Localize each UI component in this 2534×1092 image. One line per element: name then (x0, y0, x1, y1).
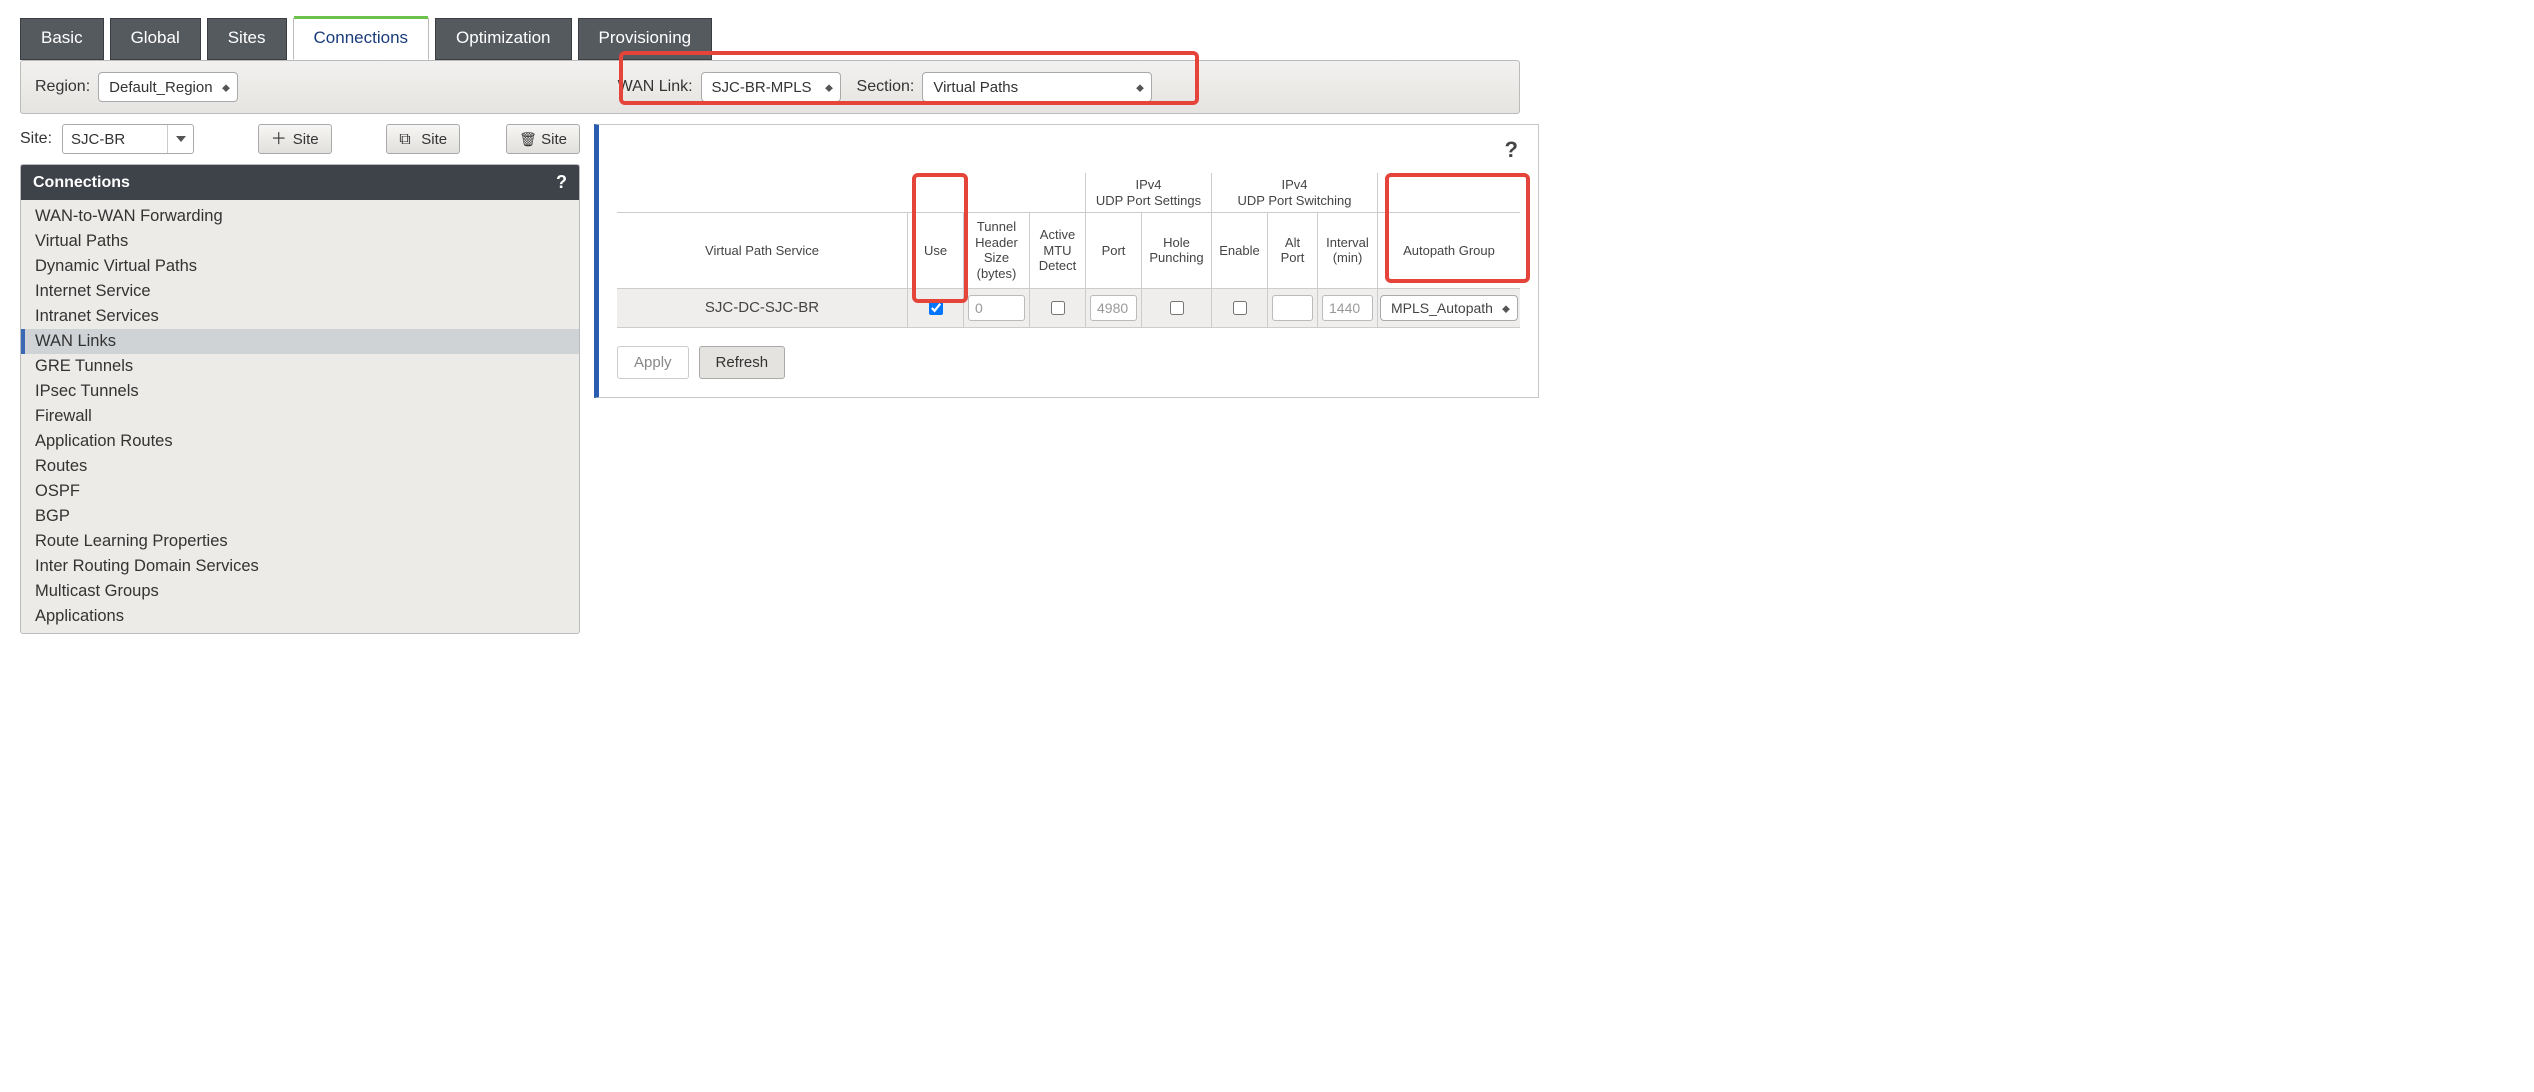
add-site-label: Site (293, 131, 319, 148)
col-active-mtu: Active MTU Detect (1029, 213, 1085, 287)
top-tab-bar: Basic Global Sites Connections Optimizat… (0, 0, 1540, 60)
col-interval: Interval (min) (1317, 213, 1377, 287)
wan-link-select[interactable]: SJC-BR-MPLS (701, 72, 841, 102)
col-alt-port: Alt Port (1267, 213, 1317, 287)
tab-basic[interactable]: Basic (20, 18, 104, 60)
delete-site-label: Site (541, 131, 567, 148)
sidebar-item-wan-links[interactable]: WAN Links (21, 329, 579, 354)
sidebar-item-virtual-paths[interactable]: Virtual Paths (21, 229, 579, 254)
sidebar-item-wan-to-wan-forwarding[interactable]: WAN-to-WAN Forwarding (21, 204, 579, 229)
group-header-ipv4-switching: IPv4 UDP Port Switching (1211, 173, 1377, 212)
sidebar-item-ospf[interactable]: OSPF (21, 479, 579, 504)
port-input[interactable] (1090, 295, 1137, 321)
col-enable: Enable (1211, 213, 1267, 287)
sidebar-item-internet-service[interactable]: Internet Service (21, 279, 579, 304)
col-port: Port (1085, 213, 1141, 287)
region-select-value: Default_Region (109, 79, 212, 96)
tab-global[interactable]: Global (110, 18, 201, 60)
region-select[interactable]: Default_Region (98, 72, 237, 102)
apply-button[interactable]: Apply (617, 346, 689, 379)
tab-connections[interactable]: Connections (293, 18, 430, 60)
col-tunnel-header-size: Tunnel Header Size (bytes) (963, 213, 1029, 287)
virtual-path-grid: IPv4 UDP Port Settings IPv4 UDP Port Swi… (617, 173, 1520, 328)
content-card: ? IPv4 UDP Port Settings IPv4 UDP Port S… (594, 124, 1539, 398)
enable-checkbox[interactable] (1233, 301, 1247, 315)
col-hole-punching: Hole Punching (1141, 213, 1211, 287)
sidebar-item-firewall[interactable]: Firewall (21, 404, 579, 429)
col-autopath: Autopath Group (1377, 213, 1520, 287)
help-icon[interactable]: ? (1505, 137, 1518, 163)
section-select[interactable]: Virtual Paths (922, 72, 1152, 102)
interval-input[interactable] (1322, 295, 1373, 321)
autopath-group-select[interactable]: MPLS_Autopath (1380, 295, 1518, 321)
sidebar-item-route-learning-properties[interactable]: Route Learning Properties (21, 529, 579, 554)
delete-site-button[interactable]: Site (506, 124, 580, 154)
site-toolbar: Site: SJC-BR Site Site Sit (20, 124, 580, 164)
refresh-button[interactable]: Refresh (699, 346, 786, 379)
col-vps: Virtual Path Service (617, 213, 907, 287)
sidebar-item-multicast-groups[interactable]: Multicast Groups (21, 579, 579, 604)
copy-site-button[interactable]: Site (386, 124, 460, 154)
tab-optimization[interactable]: Optimization (435, 18, 571, 60)
sidebar-item-intranet-services[interactable]: Intranet Services (21, 304, 579, 329)
cell-vps: SJC-DC-SJC-BR (617, 289, 907, 327)
sidebar-item-inter-routing-domain-services[interactable]: Inter Routing Domain Services (21, 554, 579, 579)
sidebar-item-bgp[interactable]: BGP (21, 504, 579, 529)
section-label: Section: (857, 78, 915, 96)
sidebar-item-ipsec-tunnels[interactable]: IPsec Tunnels (21, 379, 579, 404)
site-select-value: SJC-BR (71, 131, 125, 148)
group-header-ipv4-settings: IPv4 UDP Port Settings (1085, 173, 1211, 212)
nav-header: Connections ? (21, 165, 579, 200)
nav-panel: Connections ? WAN-to-WAN ForwardingVirtu… (20, 164, 580, 634)
col-use: Use (907, 213, 963, 287)
active-mtu-checkbox[interactable] (1051, 301, 1065, 315)
wan-link-label: WAN Link: (618, 78, 693, 96)
sidebar-item-applications[interactable]: Applications (21, 604, 579, 629)
autopath-group-value: MPLS_Autopath (1391, 300, 1493, 316)
wan-link-select-value: SJC-BR-MPLS (712, 79, 812, 96)
site-label: Site: (20, 130, 52, 148)
add-site-button[interactable]: Site (258, 124, 332, 154)
copy-icon (399, 131, 415, 147)
help-icon[interactable]: ? (556, 172, 567, 193)
alt-port-input[interactable] (1272, 295, 1313, 321)
plus-icon (271, 131, 287, 147)
nav-list: WAN-to-WAN ForwardingVirtual PathsDynami… (21, 200, 579, 633)
region-label: Region: (35, 78, 90, 96)
trash-icon (519, 131, 535, 147)
nav-header-title: Connections (33, 174, 130, 192)
toolbar: Region: Default_Region WAN Link: SJC-BR-… (20, 60, 1520, 114)
sidebar-item-application-routes[interactable]: Application Routes (21, 429, 579, 454)
sidebar-item-routes[interactable]: Routes (21, 454, 579, 479)
chevron-down-icon (167, 125, 193, 153)
site-select[interactable]: SJC-BR (62, 124, 194, 154)
use-checkbox[interactable] (929, 301, 943, 315)
section-select-value: Virtual Paths (933, 79, 1018, 96)
hole-punching-checkbox[interactable] (1170, 301, 1184, 315)
tab-provisioning[interactable]: Provisioning (578, 18, 713, 60)
copy-site-label: Site (421, 131, 447, 148)
tab-sites[interactable]: Sites (207, 18, 287, 60)
tunnel-header-size-input[interactable] (968, 295, 1025, 321)
sidebar-item-dynamic-virtual-paths[interactable]: Dynamic Virtual Paths (21, 254, 579, 279)
sidebar-item-gre-tunnels[interactable]: GRE Tunnels (21, 354, 579, 379)
table-row: SJC-DC-SJC-BR MPLS_Autopath (617, 289, 1520, 328)
